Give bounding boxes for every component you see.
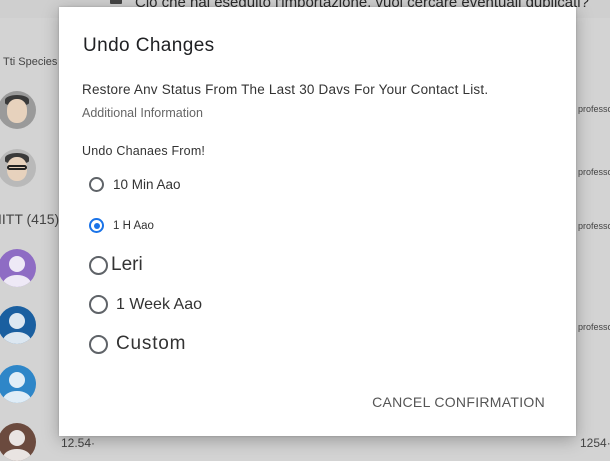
- contact-label-right: professo0: [578, 104, 610, 114]
- dialog-description: Restore Anv Status From The Last 30 Davs…: [82, 82, 489, 97]
- cancel-confirmation-button[interactable]: CANCEL CONFIRMATION: [372, 394, 545, 410]
- undo-from-label: Undo Chanaes From!: [82, 144, 206, 158]
- option-label: Custom: [116, 333, 187, 354]
- undo-changes-dialog: Undo Changes Restore Anv Status From The…: [59, 7, 576, 436]
- radio-button[interactable]: [89, 177, 104, 192]
- option-label: 1 H Aao: [113, 219, 154, 232]
- option-label: Leri: [111, 254, 143, 275]
- option-label: 1 Week Aao: [116, 295, 202, 313]
- radio-button[interactable]: [89, 255, 108, 275]
- contact-avatar-icon[interactable]: [0, 423, 36, 461]
- radio-button-selected[interactable]: [89, 218, 104, 233]
- option-1-hour-ago[interactable]: 1 H Aao: [89, 218, 154, 233]
- bottom-left-value: 12.54·: [61, 436, 96, 450]
- bottom-right-value: 1254·: [580, 436, 610, 450]
- option-1-week-ago[interactable]: 1 Week Aao: [89, 295, 202, 314]
- contact-avatar-icon[interactable]: [0, 249, 36, 287]
- option-label: 10 Min Aao: [113, 177, 181, 192]
- contact-photo-avatar[interactable]: [0, 91, 36, 129]
- option-yesterday[interactable]: Leri: [89, 254, 143, 276]
- radio-button[interactable]: [89, 295, 108, 314]
- contact-label-right: professo3: [578, 322, 610, 332]
- option-10-min-ago[interactable]: 10 Min Aao: [89, 177, 181, 192]
- contact-label-right: professo3: [578, 167, 610, 177]
- dialog-title: Undo Changes: [83, 35, 215, 56]
- sidebar-heading: Tti Species: [3, 56, 58, 68]
- contact-avatar-icon[interactable]: [0, 365, 36, 403]
- additional-information-link[interactable]: Additional Information: [82, 106, 203, 120]
- contact-photo-avatar[interactable]: [0, 149, 36, 187]
- radio-button[interactable]: [89, 334, 108, 354]
- group-label: IITT (415): [0, 211, 60, 227]
- option-custom[interactable]: Custom: [89, 333, 186, 355]
- contact-avatar-icon[interactable]: [0, 306, 36, 344]
- contact-label-right: professo3: [578, 221, 610, 231]
- checkbox-icon: [110, 0, 122, 4]
